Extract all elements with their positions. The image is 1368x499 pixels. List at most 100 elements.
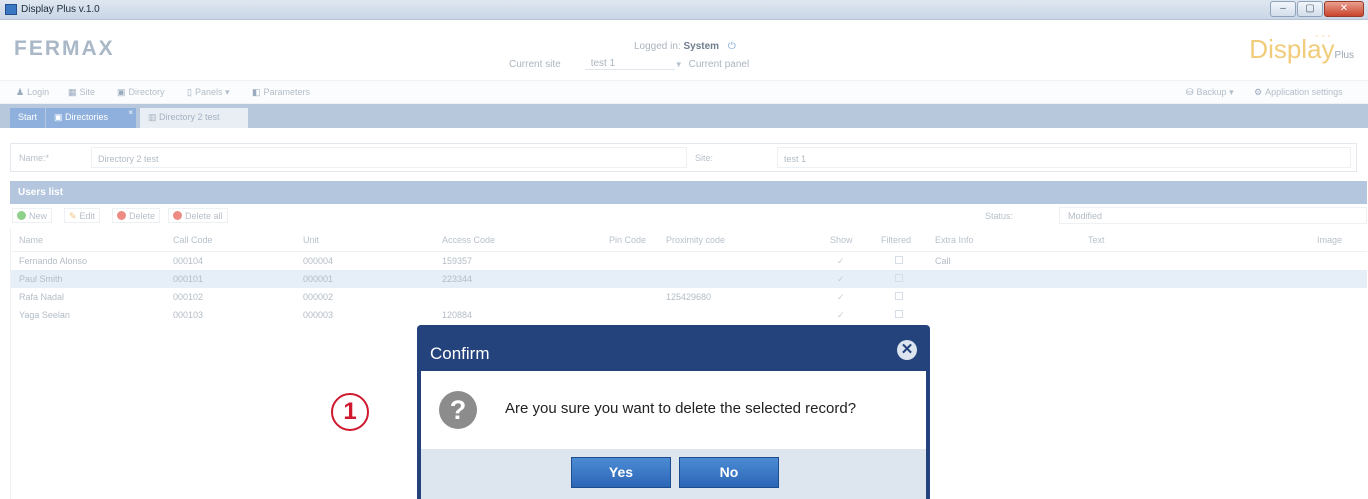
logged-in-user: System bbox=[683, 41, 720, 52]
current-panel-label: Current panel bbox=[688, 58, 750, 70]
table-row[interactable]: Fernando Alonso 000104 000004 159357 ✓ C… bbox=[11, 252, 1367, 270]
app-icon bbox=[5, 4, 17, 15]
directory-menu[interactable]: ▣ Directory bbox=[117, 87, 165, 98]
name-field[interactable]: Directory 2 test bbox=[91, 147, 687, 168]
power-icon[interactable]: ⏻ bbox=[728, 41, 736, 52]
current-site-select[interactable]: test 1 bbox=[584, 58, 675, 70]
site-menu[interactable]: ▦ Site bbox=[68, 87, 95, 98]
app-settings-menu[interactable]: ⚙ Application settings bbox=[1254, 87, 1343, 98]
tab-directories-label: Directories bbox=[65, 112, 109, 122]
window-controls: – ▢ ✕ bbox=[1270, 1, 1364, 17]
tab-directory-2-test[interactable]: ▥ Directory 2 test bbox=[140, 108, 248, 128]
col-access-code[interactable]: Access Code bbox=[442, 235, 495, 245]
logged-in-status: Logged in: System ⏻ bbox=[634, 41, 736, 52]
confirm-dialog: Confirm ✕ ? Are you sure you want to del… bbox=[417, 325, 930, 499]
dialog-body: ? Are you sure you want to delete the se… bbox=[421, 371, 926, 449]
cell-name: Rafa Nadal bbox=[19, 292, 65, 302]
cell-name: Yaga Seelan bbox=[19, 310, 70, 320]
chevron-down-icon[interactable]: ▼ bbox=[675, 60, 683, 69]
panels-menu[interactable]: ▯ Panels ▾ bbox=[187, 87, 230, 98]
panels-label: Panels bbox=[194, 87, 223, 97]
dialog-title: Confirm bbox=[430, 344, 490, 363]
col-show[interactable]: Show bbox=[830, 235, 853, 245]
delete-all-button[interactable]: Delete all bbox=[168, 208, 228, 223]
cell-access-code: 120884 bbox=[442, 310, 473, 320]
gear-icon: ⚙ bbox=[1254, 87, 1263, 97]
no-button[interactable]: No bbox=[679, 457, 779, 488]
col-filtered[interactable]: Filtered bbox=[881, 235, 911, 245]
name-label: Name:* bbox=[19, 153, 50, 163]
delete-button[interactable]: Delete bbox=[112, 208, 161, 223]
minus-icon bbox=[117, 211, 126, 220]
close-tab-icon[interactable]: × bbox=[128, 108, 133, 117]
user-icon: ♟ bbox=[16, 87, 25, 97]
fermax-logo: FERMAX bbox=[14, 37, 115, 60]
edit-button[interactable]: ✎ Edit bbox=[64, 208, 101, 223]
dialog-footer: Yes No bbox=[421, 449, 926, 499]
col-pin-code[interactable]: Pin Code bbox=[609, 235, 646, 245]
cell-call-code: 000104 bbox=[173, 256, 204, 266]
brand-name: Display bbox=[1249, 34, 1335, 64]
maximize-button[interactable]: ▢ bbox=[1297, 1, 1323, 17]
col-call-code[interactable]: Call Code bbox=[173, 235, 213, 245]
dialog-close-icon[interactable]: ✕ bbox=[897, 340, 917, 360]
new-button[interactable]: New bbox=[12, 208, 53, 223]
plus-icon bbox=[17, 211, 26, 220]
close-window-button[interactable]: ✕ bbox=[1324, 1, 1364, 17]
parameters-label: Parameters bbox=[263, 87, 311, 97]
cell-unit: 000001 bbox=[303, 274, 334, 284]
parameters-menu[interactable]: ◧ Parameters bbox=[252, 87, 310, 98]
question-icon: ? bbox=[439, 391, 477, 429]
cell-extra-info: Call bbox=[935, 256, 951, 266]
window-title: Display Plus v.1.0 bbox=[21, 4, 100, 15]
backup-icon: ⛁ bbox=[1186, 87, 1194, 97]
delete-all-label: Delete all bbox=[185, 211, 223, 221]
status-field: Modified bbox=[1059, 207, 1367, 224]
directories-icon: ▣ bbox=[54, 112, 63, 122]
table-row-selected[interactable]: Paul Smith 000101 000001 223344 ✓ bbox=[11, 270, 1367, 288]
backup-menu[interactable]: ⛁ Backup ▾ bbox=[1186, 87, 1234, 98]
tab-start[interactable]: Start bbox=[10, 108, 46, 128]
col-name[interactable]: Name bbox=[19, 235, 43, 245]
show-check-icon[interactable]: ✓ bbox=[837, 310, 845, 321]
col-text[interactable]: Text bbox=[1088, 235, 1105, 245]
table-row[interactable]: Yaga Seelan 000103 000003 120884 ✓ bbox=[11, 306, 1367, 324]
filtered-checkbox[interactable] bbox=[895, 292, 903, 302]
book-icon: ▣ bbox=[117, 87, 126, 97]
pencil-icon: ✎ bbox=[69, 211, 77, 221]
tab-directories[interactable]: ▣ Directories × bbox=[46, 108, 136, 128]
cell-call-code: 000103 bbox=[173, 310, 204, 320]
directory-label: Directory bbox=[128, 87, 165, 97]
show-check-icon[interactable]: ✓ bbox=[837, 256, 845, 267]
col-proximity-code[interactable]: Proximity code bbox=[666, 235, 725, 245]
step-number-marker: 1 bbox=[331, 393, 369, 431]
cell-unit: 000004 bbox=[303, 256, 334, 266]
show-check-icon[interactable]: ✓ bbox=[837, 274, 845, 285]
show-check-icon[interactable]: ✓ bbox=[837, 292, 845, 303]
login-menu[interactable]: ♟ Login bbox=[16, 87, 49, 98]
panel-icon: ▯ bbox=[187, 87, 192, 97]
parameters-icon: ◧ bbox=[252, 87, 261, 97]
backup-label: Backup bbox=[1196, 87, 1227, 97]
users-list-toolbar: New ✎ Edit Delete Delete all Status: Modi… bbox=[10, 204, 1367, 227]
filtered-checkbox[interactable] bbox=[895, 274, 903, 284]
site-field[interactable]: test 1 bbox=[777, 147, 1351, 168]
col-image[interactable]: Image bbox=[1317, 235, 1342, 245]
delete-label: Delete bbox=[129, 211, 156, 221]
logged-in-label: Logged in: bbox=[634, 41, 681, 52]
status-label: Status: bbox=[985, 211, 1014, 221]
filtered-checkbox[interactable] bbox=[895, 256, 903, 266]
brand-sub: Plus bbox=[1334, 50, 1354, 61]
filtered-checkbox[interactable] bbox=[895, 310, 903, 320]
cell-call-code: 000102 bbox=[173, 292, 204, 302]
minimize-button[interactable]: – bbox=[1270, 1, 1296, 17]
yes-button[interactable]: Yes bbox=[571, 457, 671, 488]
col-extra-info[interactable]: Extra Info bbox=[935, 235, 974, 245]
col-unit[interactable]: Unit bbox=[303, 235, 319, 245]
cell-name: Fernando Alonso bbox=[19, 256, 88, 266]
table-row[interactable]: Rafa Nadal 000102 000002 125429680 ✓ bbox=[11, 288, 1367, 306]
current-site-label: Current site bbox=[509, 58, 561, 70]
site-selector-row: Current site test 1 ▼ Current panel bbox=[509, 58, 749, 70]
cell-name: Paul Smith bbox=[19, 274, 63, 284]
directory-icon: ▥ bbox=[148, 112, 157, 122]
